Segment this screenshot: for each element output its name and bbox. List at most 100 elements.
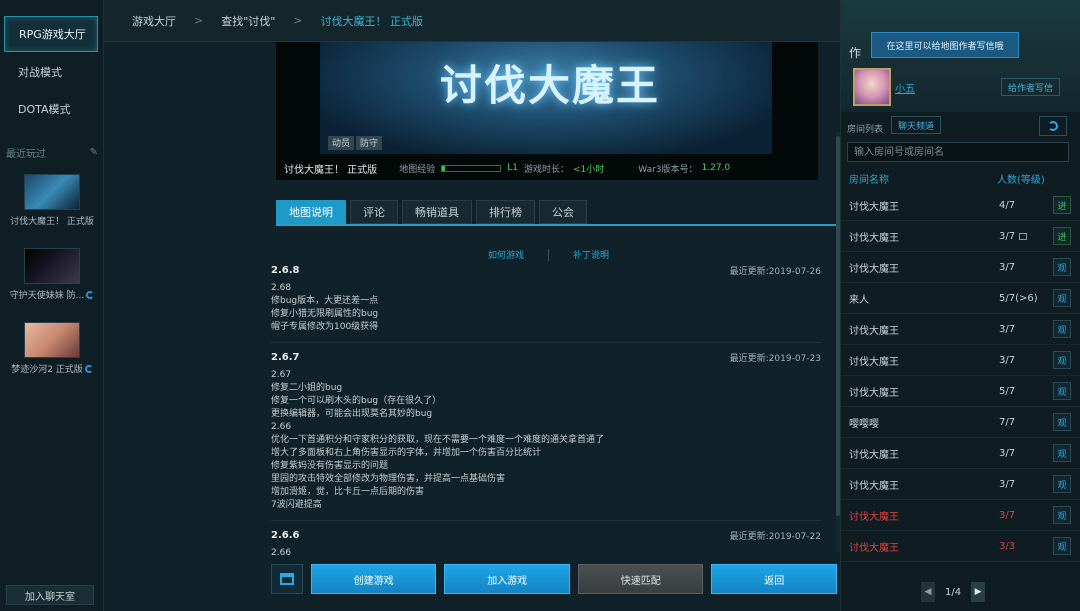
- room-list-label: 房间列表: [847, 125, 884, 135]
- watch-room-button[interactable]: 观: [1053, 444, 1071, 462]
- watch-room-button[interactable]: 观: [1053, 382, 1071, 400]
- left-nav: RPG游戏大厅 对战模式 DOTA模式 最近玩过 ✎ 讨伐大魔王！ 正式版 守护…: [0, 0, 104, 611]
- how-to-play-link[interactable]: 如何游戏: [488, 248, 524, 261]
- recent-game-2[interactable]: 守护天使妹妹 防...: [4, 248, 100, 301]
- changelog-line: 2.66: [271, 548, 292, 558]
- author-name-link[interactable]: 小五: [895, 80, 915, 95]
- room-count: 3/7: [999, 262, 1015, 273]
- author-tooltip: 在这里可以给地图作者写信哦: [871, 32, 1019, 58]
- room-row[interactable]: 讨伐大魔王 3/3 观: [841, 531, 1080, 562]
- room-count: 3/7: [999, 355, 1015, 366]
- room-count-value: 3/7: [999, 447, 1016, 459]
- room-count: 5/7(>6): [999, 293, 1038, 304]
- watch-room-button[interactable]: 观: [1053, 506, 1071, 524]
- room-row[interactable]: 讨伐大魔王 3/7 观: [841, 469, 1080, 500]
- enter-room-button[interactable]: 进: [1053, 196, 1071, 214]
- back-button[interactable]: 返回: [711, 564, 838, 594]
- watch-room-button[interactable]: 观: [1053, 351, 1071, 369]
- version-title: 2.6.8: [271, 264, 300, 276]
- next-page-button[interactable]: ▶: [971, 582, 986, 602]
- room-row[interactable]: 讨伐大魔王 4/7 进: [841, 190, 1080, 221]
- nav-rpg-lobby[interactable]: RPG游戏大厅: [4, 16, 98, 52]
- room-count: 3/7: [999, 479, 1015, 490]
- watch-room-button[interactable]: 观: [1053, 413, 1071, 431]
- tab-bestselling-items[interactable]: 畅销道具: [402, 200, 472, 224]
- watch-room-button[interactable]: 观: [1053, 289, 1071, 307]
- room-row[interactable]: 讨伐大魔王 3/7 观: [841, 438, 1080, 469]
- divider: [548, 248, 550, 261]
- tab-comments[interactable]: 评论: [350, 200, 398, 224]
- refresh-button[interactable]: [1039, 116, 1067, 136]
- changelog-line: 修复二小姐的bug: [271, 383, 343, 393]
- tab-leaderboard[interactable]: 排行榜: [476, 200, 535, 224]
- changelog-line: 修复紫妈没有伤害显示的问题: [271, 461, 389, 471]
- room-search-input[interactable]: [847, 142, 1069, 162]
- join-chat-button[interactable]: 加入聊天室: [6, 585, 94, 605]
- room-count-value: 3/7: [999, 323, 1016, 335]
- changelog-line: 增加滑姬，觉，比卡丘一点后期的伤害: [271, 487, 425, 497]
- changelog-entry: 2.6.6 最近更新:2019-07-22 2.66: [271, 527, 821, 559]
- room-name: 讨伐大魔王: [849, 263, 899, 275]
- game-thumbnail: [24, 174, 80, 210]
- room-row[interactable]: 讨伐大魔王 3/7 观: [841, 345, 1080, 376]
- room-row[interactable]: 讨伐大魔王 5/7 观: [841, 376, 1080, 407]
- nav-battle-mode[interactable]: 对战模式: [4, 54, 98, 90]
- breadcrumb-lobby[interactable]: 游戏大厅: [132, 13, 176, 29]
- room-name: 讨伐大魔王: [849, 387, 899, 399]
- room-row[interactable]: 嘤嘤嘤 7/7 观: [841, 407, 1080, 438]
- recent-game-3[interactable]: 梦迹沙河2 正式版: [4, 322, 100, 375]
- enter-room-button[interactable]: 进: [1053, 227, 1071, 245]
- update-date: 最近更新:2019-07-22: [729, 531, 821, 542]
- xp-bar-fill: [442, 165, 446, 171]
- prev-page-button[interactable]: ◀: [921, 582, 935, 602]
- recent-game-1[interactable]: 讨伐大魔王！ 正式版: [4, 174, 100, 227]
- room-row[interactable]: 来人 5/7(>6) 观: [841, 283, 1080, 314]
- room-table-header: 房间名称 人数(等级): [841, 168, 1080, 188]
- tab-guild[interactable]: 公会: [539, 200, 587, 224]
- author-avatar[interactable]: [853, 68, 891, 106]
- room-count-value: 3/7: [999, 509, 1016, 521]
- room-name: 讨伐大魔王: [849, 511, 899, 523]
- room-count: 3/7: [999, 448, 1015, 459]
- shop-icon: [279, 573, 294, 585]
- shop-button[interactable]: [271, 564, 303, 594]
- quick-match-button[interactable]: 快速匹配: [577, 564, 704, 594]
- write-to-author-button[interactable]: 给作者写信: [1001, 78, 1061, 96]
- room-panel: 作 在这里可以给地图作者写信哦 小五 给作者写信 房间列表 聊天频道 房间名称 …: [840, 0, 1080, 611]
- nav-dota-mode[interactable]: DOTA模式: [4, 91, 98, 127]
- room-count: 4/7: [999, 200, 1015, 211]
- create-game-button[interactable]: 创建游戏: [310, 564, 437, 594]
- changelog-line: 修复小猎无限刷属性的bug: [271, 309, 379, 319]
- room-count-value: 4/7: [999, 199, 1016, 211]
- room-count-value: 3/7: [999, 261, 1016, 273]
- patch-notes-link[interactable]: 补丁说明: [573, 248, 609, 261]
- edit-icon[interactable]: ✎: [90, 147, 98, 158]
- watch-room-button[interactable]: 观: [1053, 320, 1071, 338]
- changelog-line: 2.66: [271, 422, 292, 432]
- tab-map-description[interactable]: 地图说明: [276, 200, 346, 224]
- breadcrumb-search[interactable]: 查找"讨伐": [221, 13, 275, 29]
- room-count-value: 3/7: [999, 354, 1016, 366]
- game-thumbnail: [24, 248, 80, 284]
- chat-channel-button[interactable]: 聊天频道: [891, 116, 942, 134]
- room-count-value: 5/7(>6): [999, 292, 1038, 304]
- breadcrumb-current: 讨伐大魔王！ 正式版: [320, 14, 424, 28]
- changelog-line: 优化一下首通积分和守家积分的获取，现在不需要一个难度一个难度的通关拿首通了: [271, 435, 605, 445]
- room-row[interactable]: 讨伐大魔王 3/7 观: [841, 314, 1080, 345]
- version-title: 2.6.7: [271, 351, 300, 363]
- join-game-button[interactable]: 加入游戏: [444, 564, 570, 594]
- watch-room-button[interactable]: 观: [1053, 258, 1071, 276]
- author-header: 作: [849, 46, 862, 60]
- watch-room-button[interactable]: 观: [1053, 475, 1071, 493]
- watch-room-button[interactable]: 观: [1053, 537, 1071, 555]
- war3-version: 1.27.0: [701, 163, 731, 173]
- room-count: 5/7: [999, 386, 1015, 397]
- room-row[interactable]: 讨伐大魔王 3/7 观: [841, 252, 1080, 283]
- room-row[interactable]: 讨伐大魔王 3/7 观: [841, 500, 1080, 531]
- banner-info-bar: 讨伐大魔王！ 正式版 地图经验 L1 游戏时长： <1小时 War3版本号： 1…: [284, 160, 804, 176]
- room-row[interactable]: 讨伐大魔王 3/7 进: [841, 221, 1080, 252]
- recent-played-header: 最近玩过 ✎: [6, 144, 98, 160]
- room-name: 讨伐大魔王: [849, 356, 899, 368]
- playtime-label: 游戏时长：: [523, 164, 569, 175]
- room-name: 讨伐大魔王: [849, 480, 899, 492]
